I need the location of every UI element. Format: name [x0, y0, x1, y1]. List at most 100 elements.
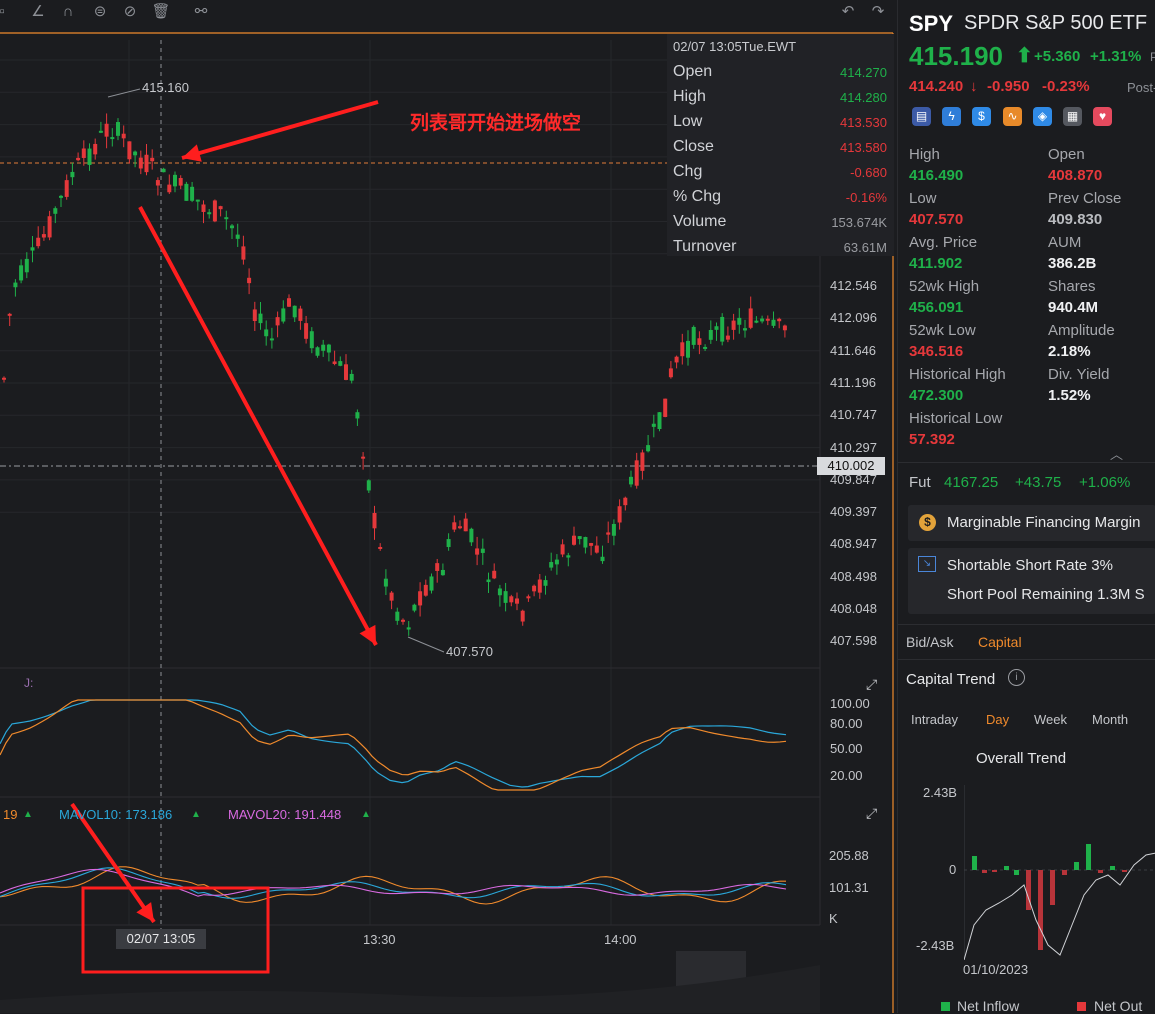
candle-body [743, 328, 747, 331]
candle-body [509, 596, 514, 603]
candle-body [440, 569, 445, 576]
shortable-banner[interactable]: ↘ Shortable Short Rate 3% Short Pool Rem… [908, 548, 1155, 614]
collapse-chevron-icon[interactable]: ︿ [1110, 444, 1123, 463]
futures-pct: +1.06% [1079, 474, 1131, 491]
expand-kdj-icon[interactable]: ⤢ [866, 676, 877, 693]
capital-y-bot: -2.43B [916, 938, 955, 953]
candle-body [338, 361, 343, 366]
stat-item: Shares 940.4M [1048, 276, 1098, 318]
candle-body [572, 535, 576, 545]
candle-body [47, 216, 52, 238]
candle-body [646, 445, 651, 452]
stat-item: High 416.490 [909, 144, 963, 186]
kdj-label: J: [24, 676, 34, 690]
dollar-icon[interactable]: $ [972, 107, 991, 126]
price-axis-tick: 407.598 [830, 633, 877, 649]
us-flag-icon[interactable]: ▤ [912, 107, 931, 126]
candle-body [133, 151, 138, 156]
capital-bar [1014, 870, 1019, 875]
kdj-d-line [0, 699, 787, 791]
stat-value: 2.18% [1048, 343, 1091, 360]
trash-icon[interactable]: 🗑 [151, 2, 171, 22]
tab-bid-ask[interactable]: Bid/Ask [906, 634, 953, 650]
sync-icon[interactable]: ⊜ [90, 2, 110, 22]
link-icon[interactable]: ⚯ [189, 2, 213, 22]
candle-body [207, 212, 212, 215]
candle-body [7, 313, 12, 316]
stat-value: 408.870 [1048, 167, 1103, 184]
stat-value: 57.392 [909, 431, 955, 448]
period-intraday[interactable]: Intraday [911, 712, 958, 727]
redo-icon[interactable]: ↷ [868, 2, 888, 22]
candle-body [748, 308, 753, 328]
candle-body [680, 342, 685, 357]
stat-item: 52wk High 456.091 [909, 276, 979, 318]
candle-body [292, 305, 297, 318]
candle-body [110, 137, 115, 140]
candle-body [349, 373, 354, 381]
candle-body [668, 368, 673, 378]
candle-body [144, 154, 149, 173]
period-month[interactable]: Month [1092, 712, 1128, 727]
price-change: +5.360 [1034, 48, 1081, 65]
stat-value: 386.2B [1048, 255, 1097, 272]
candle-body [583, 537, 588, 548]
info-icon[interactable]: i [1008, 669, 1025, 686]
tooltip-row-value: 413.530 [840, 115, 887, 130]
candle-body [526, 596, 531, 599]
candle-body [383, 578, 388, 587]
stat-item: Div. Yield 1.52% [1048, 364, 1109, 406]
heart-icon[interactable]: ♥ [1093, 107, 1112, 126]
toolbar-left-edge-icon[interactable]: ▫ [0, 2, 12, 22]
candle-body [70, 171, 75, 178]
candle-body [24, 258, 29, 273]
candle-body [247, 277, 252, 284]
magnet-icon[interactable]: ∩ [58, 2, 78, 22]
candle-body [378, 546, 383, 549]
stat-label: 52wk High [909, 278, 980, 295]
price-up-arrow-icon: ⬆ [1016, 45, 1033, 67]
candle-body [623, 497, 628, 506]
candle-body [315, 347, 320, 356]
undo-icon[interactable]: ↶ [838, 2, 858, 22]
candle-body [53, 208, 58, 214]
tooltip-row-label: Open [673, 63, 713, 80]
tab-capital[interactable]: Capital [978, 634, 1022, 650]
candle-body [355, 412, 360, 419]
capital-trend-chart [964, 785, 1155, 960]
tag-icon[interactable]: ◈ [1033, 107, 1052, 126]
short-pool-text: Short Pool Remaining 1.3M S [947, 586, 1145, 603]
kdj-axis-tick: 100.00 [830, 696, 870, 711]
candle-body [241, 246, 246, 260]
lightning-icon[interactable]: ϟ [942, 107, 961, 126]
period-day[interactable]: Day [986, 712, 1009, 727]
price-axis-tick: 408.947 [830, 536, 877, 552]
candle-body [760, 318, 765, 322]
price-axis-tick: 409.397 [830, 504, 877, 520]
hide-icon[interactable]: ⊘ [120, 2, 140, 22]
candle-body [617, 506, 622, 523]
candle-body [195, 199, 200, 202]
candle-body [606, 532, 611, 535]
candle-body [725, 335, 730, 340]
expand-vol-icon[interactable]: ⤢ [866, 805, 877, 822]
divider [898, 659, 1155, 660]
stat-item: 52wk Low 346.516 [909, 320, 976, 362]
ohlc-tooltip: 02/07 13:05Tue.EWT Open 414.270 High 414.28… [667, 34, 894, 256]
candle-body [629, 476, 633, 485]
candle-body [201, 204, 206, 212]
margin-banner[interactable]: $ Marginable Financing Margin [908, 505, 1155, 541]
stat-item: Low 407.570 [909, 188, 963, 230]
candle-body [731, 320, 736, 330]
pen-tool-icon[interactable]: ∠ [28, 2, 48, 22]
candle-body [104, 123, 109, 137]
candle-body [13, 282, 18, 288]
options-icon[interactable]: ∿ [1003, 107, 1022, 126]
period-week[interactable]: Week [1034, 712, 1067, 727]
news-icon[interactable]: ▦ [1063, 107, 1082, 126]
candle-body [480, 548, 485, 553]
candle-body [275, 317, 280, 326]
kdj-k-line [0, 699, 787, 788]
candle-body [264, 329, 269, 337]
candle-body [298, 308, 303, 321]
